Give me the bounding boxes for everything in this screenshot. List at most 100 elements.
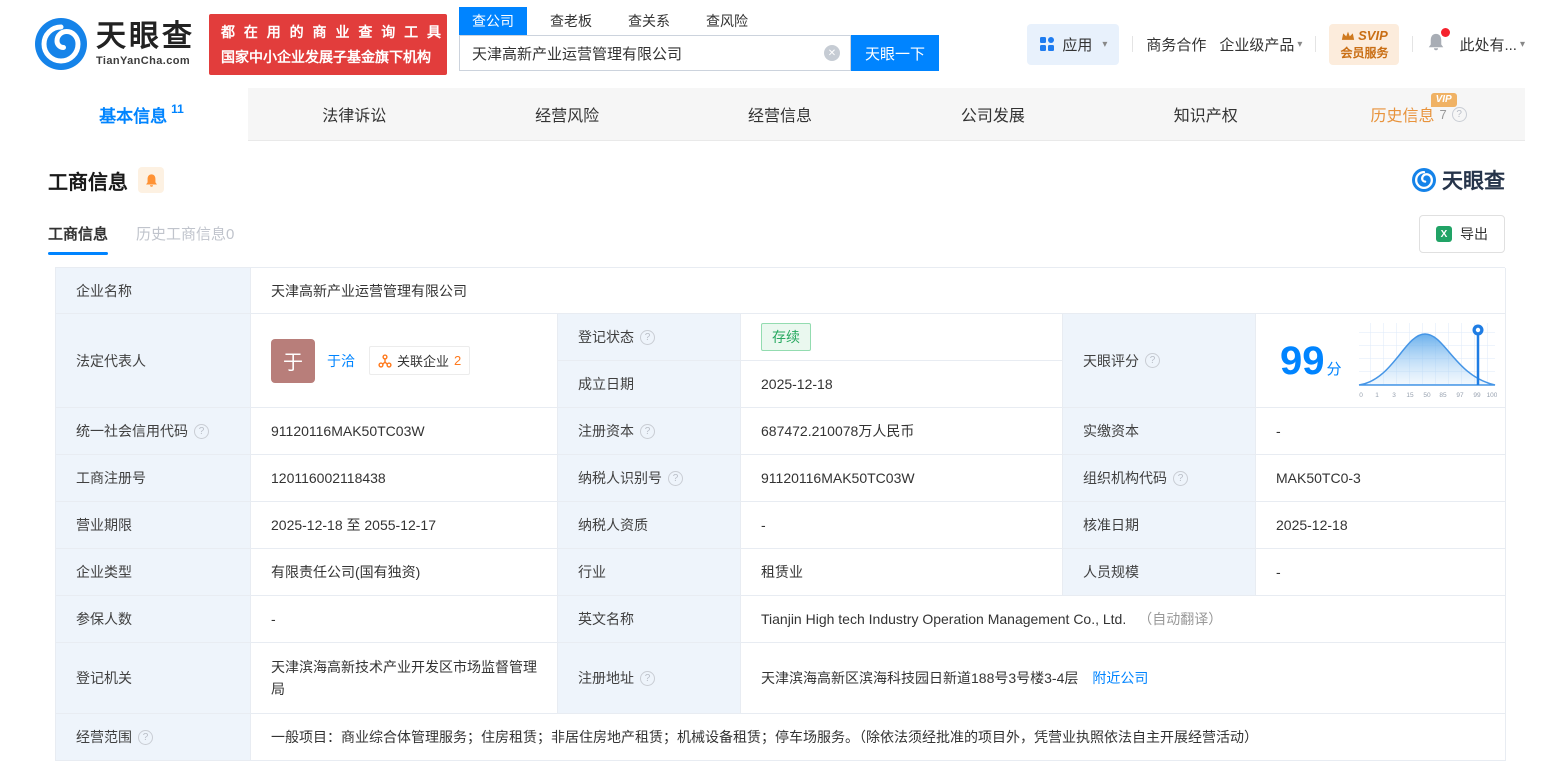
svip-member-button[interactable]: SVIP 会员服务 (1329, 23, 1400, 65)
tianyancha-logo[interactable]: 天眼查 TianYanCha.com (35, 18, 195, 70)
subtab-history-business-info[interactable]: 历史工商信息0 (136, 223, 234, 255)
enterprise-products-label: 企业级产品 (1219, 36, 1295, 54)
field-label-organization-code: 组织机构代码? (1063, 455, 1256, 502)
field-value-business-term: 2025-12-18 至 2055-12-17 (251, 502, 558, 549)
tab-label: 法律诉讼 (322, 108, 387, 125)
search-tab-boss[interactable]: 查老板 (537, 7, 605, 35)
related-companies-label: 关联企业 (397, 354, 450, 369)
tianyancha-logo-icon (35, 18, 87, 70)
field-label-taxpayer-id: 纳税人识别号? (558, 455, 741, 502)
search-tab-relation[interactable]: 查关系 (615, 7, 683, 35)
field-value-staff-size: - (1256, 549, 1506, 596)
business-info-table: 企业名称 天津高新产业运营管理有限公司 法定代表人 于 于洽 关联企业 2 登记… (55, 267, 1506, 761)
field-value-taxpayer-id: 91120116MAK50TC03W (741, 455, 1063, 502)
field-label-establish-date: 成立日期 (558, 361, 741, 408)
svg-text:15: 15 (1406, 392, 1414, 399)
field-label-credit-code: 统一社会信用代码? (56, 408, 251, 455)
field-value-business-scope: 一般项目：商业综合体管理服务；住房租赁；非居住房地产租赁；机械设备租赁；停车场服… (251, 714, 1506, 761)
help-icon[interactable]: ? (640, 423, 655, 439)
field-value-registered-address: 天津滨海高新区滨海科技园日新道188号3号楼3-4层 附近公司 (741, 643, 1506, 714)
tab-label: 公司发展 (960, 108, 1025, 125)
field-label-tyc-score: 天眼评分? (1063, 314, 1256, 408)
field-value-legal-representative: 于 于洽 关联企业 2 (251, 314, 558, 408)
svg-text:0: 0 (1359, 392, 1363, 399)
related-companies-badge[interactable]: 关联企业 2 (369, 346, 471, 375)
tab-label: 历史信息 (1370, 108, 1435, 125)
svip-member-service-label: 会员服务 (1340, 45, 1389, 60)
field-value-organization-code: MAK50TC0-3 (1256, 455, 1506, 502)
search-button[interactable]: 天眼一下 (851, 35, 939, 71)
search-area: 查公司 查老板 查关系 查风险 ✕ 天眼一下 (459, 7, 939, 71)
business-info-subtabs: 工商信息 历史工商信息0 (48, 223, 234, 255)
subscribe-bell-icon[interactable] (138, 167, 164, 193)
help-icon[interactable]: ? (1145, 353, 1160, 368)
promo-banner[interactable]: 都 在 用 的 商 业 查 询 工 具 国家中小企业发展子基金旗下机构 (209, 13, 447, 75)
tab-history-info[interactable]: 历史信息 7 ? VIP (1312, 88, 1525, 140)
field-value-registration-authority: 天津滨海高新技术产业开发区市场监督管理局 (251, 643, 558, 714)
tab-count: 7 (1439, 106, 1447, 122)
chevron-down-icon: ▾ (1519, 38, 1525, 50)
section-title: 工商信息 (48, 171, 128, 194)
field-value-paid-capital: - (1256, 408, 1506, 455)
help-icon[interactable]: ? (1451, 106, 1467, 122)
search-tab-company[interactable]: 查公司 (459, 7, 527, 35)
tab-count: 11 (171, 102, 184, 116)
search-input[interactable] (460, 36, 850, 70)
help-icon[interactable]: ? (138, 729, 153, 745)
promo-line2: 国家中小企业发展子基金旗下机构 (221, 48, 431, 65)
site-header: 天眼查 TianYanCha.com 都 在 用 的 商 业 查 询 工 具 国… (0, 0, 1560, 88)
field-value-approval-date: 2025-12-18 (1256, 502, 1506, 549)
tab-label: 经营信息 (748, 108, 813, 125)
svg-text:1: 1 (1375, 392, 1379, 399)
nearby-companies-link[interactable]: 附近公司 (1092, 668, 1148, 688)
main-content: 工商信息 天眼查 工商信息 历史工商信息0 X 导出 企业名称 天津高新产业运营… (0, 141, 1560, 761)
score-unit: 分 (1326, 360, 1342, 378)
field-value-company-name: 天津高新产业运营管理有限公司 (251, 268, 1506, 314)
tab-basic-info[interactable]: 基本信息 11 (35, 88, 248, 141)
clear-search-icon[interactable]: ✕ (824, 45, 840, 61)
help-icon[interactable]: ? (640, 329, 655, 345)
crown-icon (1342, 31, 1355, 40)
tab-operating-info[interactable]: 经营信息 (674, 88, 887, 140)
watermark-text: 天眼查 (1442, 170, 1505, 193)
logo-domain-text: TianYanCha.com (96, 54, 191, 67)
field-label-business-scope: 经营范围? (56, 714, 251, 761)
field-label-insured-count: 参保人数 (56, 596, 251, 643)
field-label-english-name: 英文名称 (558, 596, 741, 643)
help-icon[interactable]: ? (668, 470, 683, 486)
field-label-company-type: 企业类型 (56, 549, 251, 596)
tianyancha-watermark-icon (1412, 168, 1436, 192)
help-icon[interactable]: ? (1173, 470, 1188, 486)
related-companies-count: 2 (454, 353, 462, 368)
field-label-business-term: 营业期限 (56, 502, 251, 549)
tab-company-development[interactable]: 公司发展 (886, 88, 1099, 140)
auto-translate-note: （自动翻译） (1138, 611, 1223, 627)
subtab-business-info[interactable]: 工商信息 (48, 223, 109, 255)
help-icon[interactable]: ? (194, 423, 209, 439)
field-value-taxpayer-quality: - (741, 502, 1063, 549)
legal-rep-name-link[interactable]: 于洽 (327, 351, 355, 371)
excel-icon: X (1436, 226, 1452, 242)
help-icon[interactable]: ? (640, 670, 655, 686)
legal-rep-avatar[interactable]: 于 (271, 338, 315, 383)
search-tab-risk[interactable]: 查风险 (693, 7, 761, 35)
field-label-company-name: 企业名称 (56, 268, 251, 314)
business-cooperation-link[interactable]: 商务合作 (1146, 34, 1206, 55)
user-menu[interactable]: 此处有... ▾ (1459, 34, 1525, 55)
org-network-icon (378, 353, 392, 368)
notifications-bell-icon[interactable] (1426, 27, 1451, 57)
export-button[interactable]: X 导出 (1419, 215, 1505, 253)
field-label-registration-authority: 登记机关 (56, 643, 251, 714)
tab-operating-risk[interactable]: 经营风险 (461, 88, 674, 140)
tab-intellectual-property[interactable]: 知识产权 (1099, 88, 1312, 140)
apps-menu-label: 应用 (1062, 36, 1093, 54)
tab-legal-litigation[interactable]: 法律诉讼 (248, 88, 461, 140)
header-right-nav: 应用 ▾ 商务合作 企业级产品 ▾ SVIP 会员服务 此处有... ▾ (1027, 23, 1525, 65)
tianyancha-company-page: 天眼查 TianYanCha.com 都 在 用 的 商 业 查 询 工 具 国… (0, 0, 1560, 765)
field-label-industry: 行业 (558, 549, 741, 596)
field-value-registration-number: 120116002118438 (251, 455, 558, 502)
apps-menu[interactable]: 应用 ▾ (1027, 23, 1120, 65)
enterprise-products-menu[interactable]: 企业级产品 ▾ (1219, 34, 1302, 55)
field-label-approval-date: 核准日期 (1063, 502, 1256, 549)
company-nav-tabs: 基本信息 11 法律诉讼 经营风险 经营信息 公司发展 知识产权 历史信息 7 … (35, 88, 1525, 141)
